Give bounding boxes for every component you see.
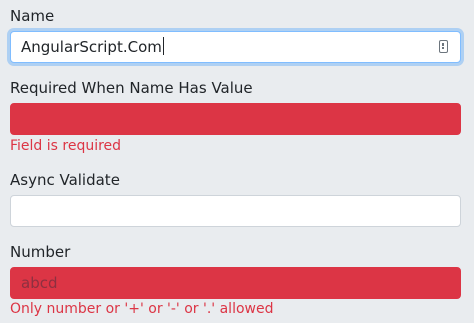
required-when-name-input[interactable] [10,103,461,135]
number-input-value: abcd [21,274,58,292]
async-validate-label: Async Validate [10,171,120,189]
async-validate-input[interactable] [10,195,461,227]
name-label: Name [10,7,55,25]
number-label: Number [10,243,71,261]
required-error-message: Field is required [10,138,122,154]
number-error-message: Only number or '+' or '-' or '.' allowed [10,301,274,317]
number-input[interactable]: abcd [10,267,461,299]
required-when-name-label: Required When Name Has Value [10,79,253,97]
text-caret [162,37,164,55]
name-input[interactable]: AngularScript.Com [10,31,461,63]
autofill-contact-icon[interactable] [439,40,448,53]
name-input-value: AngularScript.Com [21,38,162,56]
